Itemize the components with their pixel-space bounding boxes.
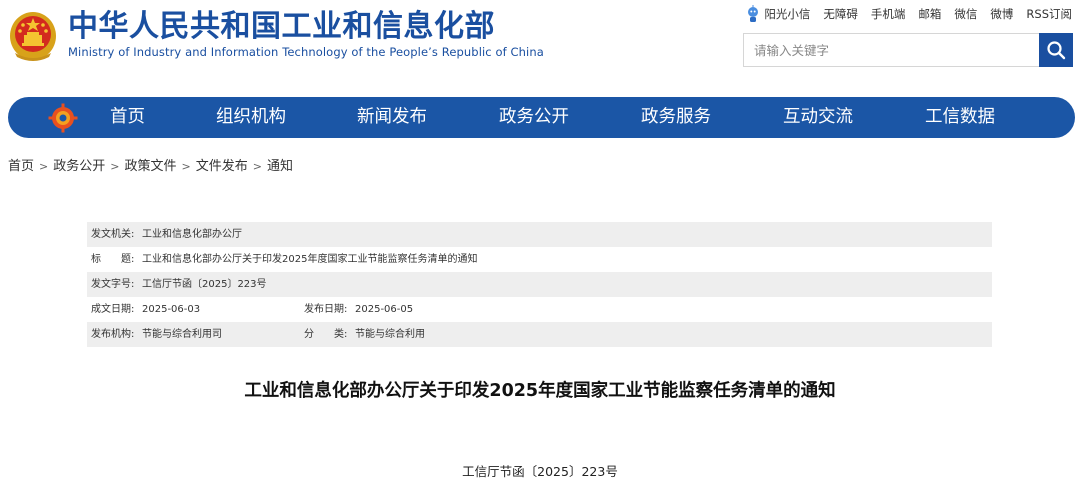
nav-item-organization[interactable]: 组织机构 — [216, 97, 286, 138]
nav-item-interaction[interactable]: 互动交流 — [783, 97, 853, 138]
top-link-mail[interactable]: 邮箱 — [918, 6, 941, 22]
info-row-dates: 成文日期: 2025-06-03 发布日期: 2025-06-05 — [87, 297, 992, 322]
breadcrumb-separator: > — [110, 160, 120, 173]
top-link-rss[interactable]: RSS订阅 — [1026, 6, 1072, 22]
nav-item-services[interactable]: 政务服务 — [641, 97, 711, 138]
nav-item-data[interactable]: 工信数据 — [925, 97, 995, 138]
main-nav: 首页 组织机构 新闻发布 政务公开 政务服务 互动交流 工信数据 — [8, 97, 1075, 138]
document-info-table: 发文机关: 工业和信息化部办公厅 标 题: 工业和信息化部办公厅关于印发2025… — [87, 222, 992, 347]
document-title: 工业和信息化部办公厅关于印发2025年度国家工业节能监察任务清单的通知 — [244, 381, 836, 401]
top-link-label: 阳光小信 — [764, 7, 811, 21]
search-input[interactable] — [743, 33, 1039, 67]
search-icon — [1047, 41, 1066, 60]
info-row-issuer: 发文机关: 工业和信息化部办公厅 — [87, 222, 992, 247]
docno-label: 发文字号: — [91, 279, 135, 290]
sunshine-mascot-icon — [748, 5, 759, 22]
top-link-weibo[interactable]: 微博 — [990, 6, 1013, 22]
document-number: 工信厅节函〔2025〕223号 — [462, 464, 618, 479]
site-title[interactable]: 中华人民共和国工业和信息化部 — [68, 9, 495, 45]
written-date-value: 2025-06-03 — [142, 304, 201, 315]
search-button[interactable] — [1039, 33, 1073, 67]
top-links: 阳光小信 无障碍 手机端 邮箱 微信 微博 RSS订阅 — [745, 5, 1072, 23]
published-date-value: 2025-06-05 — [355, 304, 414, 315]
nav-item-news[interactable]: 新闻发布 — [357, 97, 427, 138]
title-value: 工业和信息化部办公厅关于印发2025年度国家工业节能监察任务清单的通知 — [142, 254, 478, 265]
written-date-label: 成文日期: — [91, 304, 135, 315]
issuer-value: 工业和信息化部办公厅 — [142, 229, 242, 240]
top-link-wechat[interactable]: 微信 — [954, 6, 977, 22]
nav-item-government-affairs[interactable]: 政务公开 — [499, 97, 569, 138]
category-value: 节能与综合利用 — [355, 329, 425, 340]
top-link-accessibility[interactable]: 无障碍 — [823, 6, 858, 22]
info-row-org: 发布机构: 节能与综合利用司 分 类: 节能与综合利用 — [87, 322, 992, 347]
docno-value: 工信厅节函〔2025〕223号 — [142, 279, 267, 290]
breadcrumb-notice[interactable]: 通知 — [267, 159, 293, 174]
breadcrumb-file-release[interactable]: 文件发布 — [196, 159, 248, 174]
breadcrumb-separator: > — [181, 160, 191, 173]
top-link-mobile[interactable]: 手机端 — [871, 6, 906, 22]
info-row-docno: 发文字号: 工信厅节函〔2025〕223号 — [87, 272, 992, 297]
breadcrumb-policy-files[interactable]: 政策文件 — [124, 159, 176, 174]
breadcrumb-separator: > — [252, 160, 262, 173]
national-emblem-icon — [9, 9, 57, 61]
org-value: 节能与综合利用司 — [142, 329, 222, 340]
nav-item-home[interactable]: 首页 — [110, 97, 145, 138]
org-label: 发布机构: — [91, 329, 135, 340]
top-link-sunshine[interactable]: 阳光小信 — [745, 5, 810, 23]
breadcrumb-separator: > — [39, 160, 49, 173]
breadcrumb: 首页 > 政务公开 > 政策文件 > 文件发布 > 通知 — [8, 155, 293, 174]
issuer-label: 发文机关: — [91, 229, 135, 240]
breadcrumb-government-affairs[interactable]: 政务公开 — [53, 159, 105, 174]
published-date-label: 发布日期: — [304, 304, 348, 315]
miit-logo-icon — [48, 103, 78, 133]
breadcrumb-home[interactable]: 首页 — [8, 159, 34, 174]
site-subtitle: Ministry of Industry and Information Tec… — [68, 45, 544, 59]
info-row-title: 标 题: 工业和信息化部办公厅关于印发2025年度国家工业节能监察任务清单的通知 — [87, 247, 992, 272]
title-label: 标 题: — [91, 254, 135, 265]
category-label: 分 类: — [304, 329, 348, 340]
